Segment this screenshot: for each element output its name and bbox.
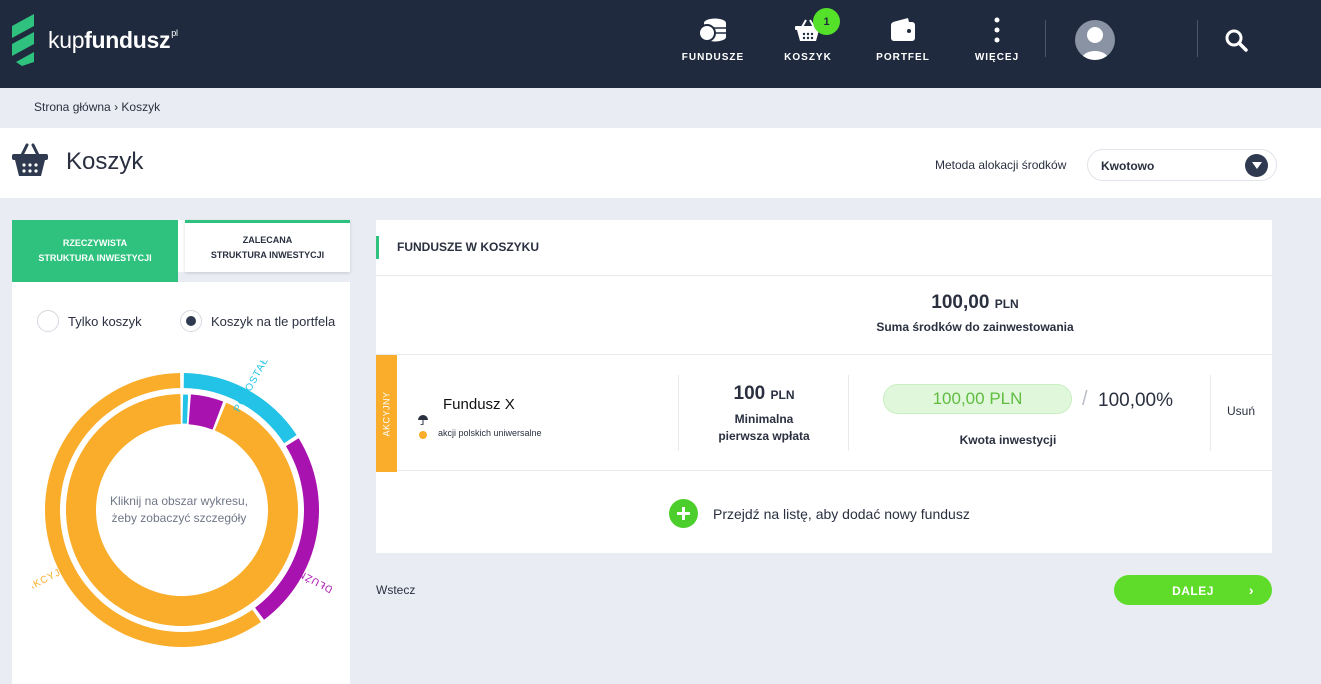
logo-mark-icon: [12, 14, 34, 66]
add-fund-link[interactable]: Przejdź na listę, aby dodać nowy fundusz: [669, 499, 970, 528]
fund-type-tag: AKCYJNY: [376, 355, 397, 472]
chart-hint: Kliknij na obszar wykresu, żeby zobaczyć…: [109, 494, 249, 525]
fund-row: AKCYJNY Fundusz X akcji polskich uniwers…: [376, 354, 1272, 472]
card-title: FUNDUSZE W KOSZYKU: [397, 240, 539, 254]
minimum-payment-label: Minimalna pierwsza wpłata: [718, 412, 810, 443]
nav-divider: [1197, 20, 1198, 57]
top-navigation-bar: kupfunduszpl FUNDUSZE 1 KOSZYK PORTFEL W…: [0, 0, 1321, 88]
coins-icon: [698, 18, 726, 42]
breadcrumb-home-link[interactable]: Strona główna: [34, 100, 111, 114]
allocation-method-value: Kwotowo: [1101, 159, 1155, 173]
remove-fund-link[interactable]: Usuń: [1227, 404, 1255, 418]
tab-separator: [178, 272, 350, 282]
logo-text: kupfunduszpl: [48, 26, 178, 53]
nav-koszyk[interactable]: 1 KOSZYK: [768, 8, 848, 63]
investment-amount-input[interactable]: 100,00 PLN: [883, 384, 1072, 414]
search-button[interactable]: [1224, 28, 1250, 54]
radio-selected-dot: [186, 316, 196, 326]
next-button[interactable]: DALEJ ›: [1114, 575, 1272, 605]
nav-wiecej[interactable]: WIĘCEJ: [957, 14, 1037, 63]
fund-category: akcji polskich uniwersalne: [438, 428, 542, 438]
chevron-down-icon: [1251, 162, 1262, 169]
more-dots-icon: [994, 17, 1000, 43]
user-icon: [1081, 27, 1109, 60]
wallet-icon: [891, 18, 915, 41]
search-icon: [1225, 29, 1248, 52]
amount-separator: /: [1082, 388, 1088, 410]
nav-portfel[interactable]: PORTFEL: [863, 14, 943, 63]
user-avatar[interactable]: [1075, 20, 1115, 60]
investment-amount-label: Kwota inwestycji: [959, 433, 1057, 447]
radio-button[interactable]: [180, 310, 202, 332]
dropdown-arrow: [1245, 154, 1268, 177]
page-header: Koszyk Metoda alokacji środków Kwotowo: [0, 128, 1321, 198]
nav-fundusze[interactable]: FUNDUSZE: [673, 14, 753, 63]
fund-category-dot: [419, 431, 427, 439]
basket-icon: [12, 143, 48, 176]
radio-basket-with-portfolio[interactable]: Koszyk na tle portfela: [180, 310, 335, 332]
plus-icon: [677, 507, 690, 520]
total-sum: 100,00 PLN: [931, 292, 1019, 313]
allocation-method-select[interactable]: Kwotowo: [1087, 149, 1277, 181]
breadcrumb-current: Koszyk: [121, 100, 161, 114]
investment-percent: 100,00%: [1098, 390, 1174, 411]
tab-recommended-structure[interactable]: ZALECANA STRUKTURA INWESTYCJI: [185, 220, 350, 272]
minimum-payment-value: 100 PLN: [733, 383, 795, 404]
breadcrumb: Strona główna › Koszyk: [34, 100, 160, 114]
total-sum-label: Suma środków do zainwestowania: [876, 320, 1074, 334]
fund-name[interactable]: Fundusz X: [443, 396, 515, 413]
add-button[interactable]: [669, 499, 698, 528]
radio-button[interactable]: [37, 310, 59, 332]
back-link[interactable]: Wstecz: [376, 583, 415, 597]
umbrella-icon: [418, 415, 428, 425]
allocation-method-label: Metoda alokacji środków: [935, 158, 1067, 172]
kupfundusz-logo[interactable]: kupfunduszpl: [12, 14, 178, 66]
funds-in-cart-card: FUNDUSZE W KOSZYKU 100,00 PLN Suma środk…: [376, 220, 1272, 553]
investment-structure-panel: RZECZYWISTA STRUKTURA INWESTYCJI ZALECANA…: [12, 220, 350, 684]
column-divider: [1210, 375, 1211, 451]
tab-actual-structure[interactable]: RZECZYWISTA STRUKTURA INWESTYCJI: [12, 220, 178, 282]
chevron-right-icon: ›: [1248, 582, 1254, 598]
radio-only-basket[interactable]: Tylko koszyk: [37, 310, 142, 332]
title-accent: [376, 236, 379, 259]
breadcrumb-separator: ›: [114, 100, 119, 114]
card-header: FUNDUSZE W KOSZYKU: [376, 220, 1272, 276]
page-title: Koszyk: [66, 148, 144, 175]
cart-count-badge: 1: [813, 8, 840, 35]
donut-segment-pozostałe[interactable]: [182, 394, 189, 424]
column-divider: [848, 375, 849, 451]
nav-divider: [1045, 20, 1046, 57]
